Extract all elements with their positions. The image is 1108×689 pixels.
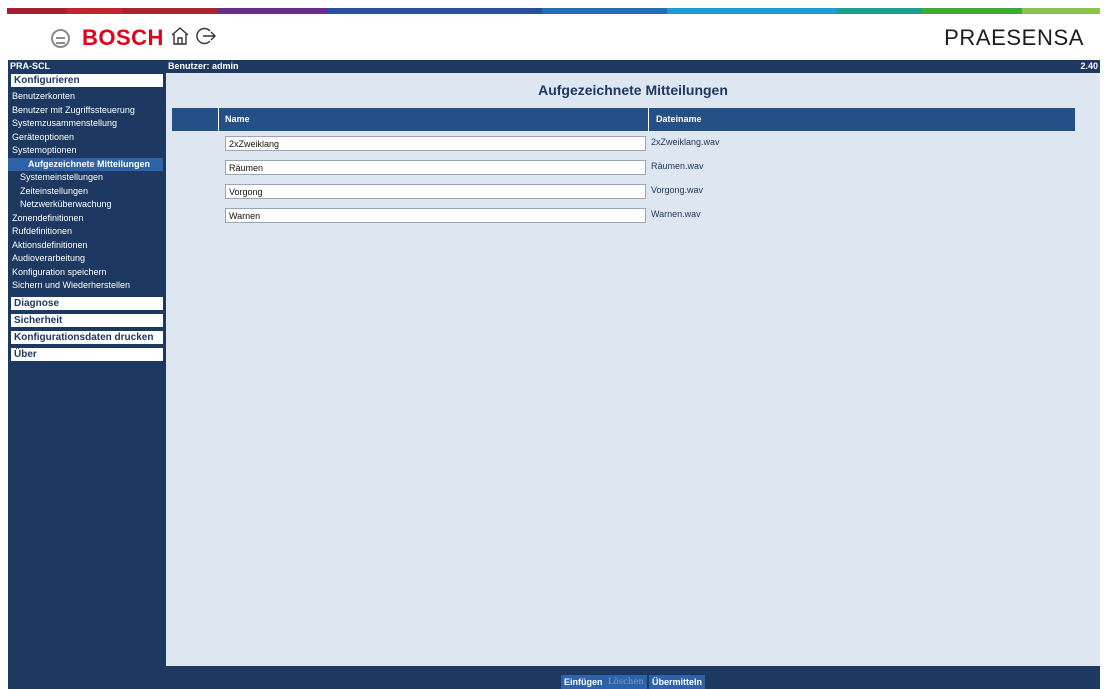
sidebar-item-action-definitions[interactable]: Aktionsdefinitionen: [8, 239, 166, 253]
table-row[interactable]: Räumen.wav: [225, 160, 1108, 176]
version-label: 2.40: [1080, 61, 1098, 71]
sidebar-item-device-options[interactable]: Geräteoptionen: [8, 131, 166, 145]
insert-button[interactable]: Einfügen: [561, 675, 606, 689]
table-row[interactable]: 2xZweiklang.wav: [225, 136, 1108, 152]
home-icon[interactable]: [169, 25, 191, 47]
column-header-name: Name: [220, 108, 649, 131]
sidebar-item-system-composition[interactable]: Systemzusammenstellung: [8, 117, 166, 131]
sidebar-item-backup-restore[interactable]: Sichern und Wiederherstellen: [8, 279, 166, 293]
section-configure[interactable]: Konfigurieren: [11, 74, 163, 87]
status-bar: Benutzer: admin 2.40: [166, 60, 1100, 73]
sidebar-item-system-options[interactable]: Systemoptionen: [8, 144, 166, 158]
sidebar-item-call-definitions[interactable]: Rufdefinitionen: [8, 225, 166, 239]
app-header: BOSCH PRAESENSA: [0, 14, 1108, 60]
brand-color-bar: [0, 0, 1108, 14]
sidebar-item-audio-processing[interactable]: Audioverarbeitung: [8, 252, 166, 266]
message-name-input[interactable]: [225, 208, 646, 223]
table-row[interactable]: Vorgong.wav: [225, 184, 1108, 200]
delete-button[interactable]: Löschen: [605, 675, 647, 689]
sidebar-item-recorded-messages[interactable]: Aufgezeichnete Mitteilungen: [8, 157, 163, 171]
table-row[interactable]: Warnen.wav: [225, 208, 1108, 224]
sidebar-item-system-settings[interactable]: Systemeinstellungen: [8, 171, 166, 185]
table-header: Name Dateiname: [172, 108, 1075, 131]
main-content: Aufgezeichnete Mitteilungen Name Dateina…: [166, 73, 1100, 666]
submit-button[interactable]: Übermitteln: [649, 675, 706, 689]
message-name-input[interactable]: [225, 184, 646, 199]
sidebar-item-access-controlled-users[interactable]: Benutzer mit Zugriffssteuerung: [8, 104, 166, 118]
section-about[interactable]: Über: [11, 347, 163, 361]
message-filename: Vorgong.wav: [651, 185, 704, 195]
message-filename: Warnen.wav: [651, 209, 701, 219]
product-name: PRAESENSA: [944, 25, 1084, 50]
section-diagnostics[interactable]: Diagnose: [11, 296, 163, 310]
select-column-header: [172, 108, 219, 131]
sidebar: PRA-SCL Konfigurieren Benutzerkonten Ben…: [8, 60, 166, 689]
section-print-configuration[interactable]: Konfigurationsdaten drucken: [11, 330, 163, 344]
action-bar: Einfügen Löschen Übermitteln: [166, 666, 1100, 689]
sidebar-item-network-supervision[interactable]: Netzwerküberwachung: [8, 198, 166, 212]
message-filename: 2xZweiklang.wav: [651, 137, 720, 147]
bosch-armature-icon: [51, 28, 70, 48]
message-name-input[interactable]: [225, 136, 646, 151]
sidebar-item-save-configuration[interactable]: Konfiguration speichern: [8, 266, 166, 280]
message-name-input[interactable]: [225, 160, 646, 175]
page-title: Aufgezeichnete Mitteilungen: [538, 82, 728, 98]
device-name: PRA-SCL: [10, 61, 50, 71]
sidebar-item-zone-definitions[interactable]: Zonendefinitionen: [8, 212, 166, 226]
current-user: Benutzer: admin: [168, 61, 239, 71]
bosch-logo: BOSCH: [51, 25, 164, 51]
sidebar-item-time-settings[interactable]: Zeiteinstellungen: [8, 185, 166, 199]
message-filename: Räumen.wav: [651, 161, 704, 171]
section-security[interactable]: Sicherheit: [11, 313, 163, 327]
sidebar-item-user-accounts[interactable]: Benutzerkonten: [8, 90, 166, 104]
column-header-filename: Dateiname: [656, 114, 702, 124]
brand-name: BOSCH: [82, 25, 164, 50]
logout-icon[interactable]: [195, 25, 217, 47]
